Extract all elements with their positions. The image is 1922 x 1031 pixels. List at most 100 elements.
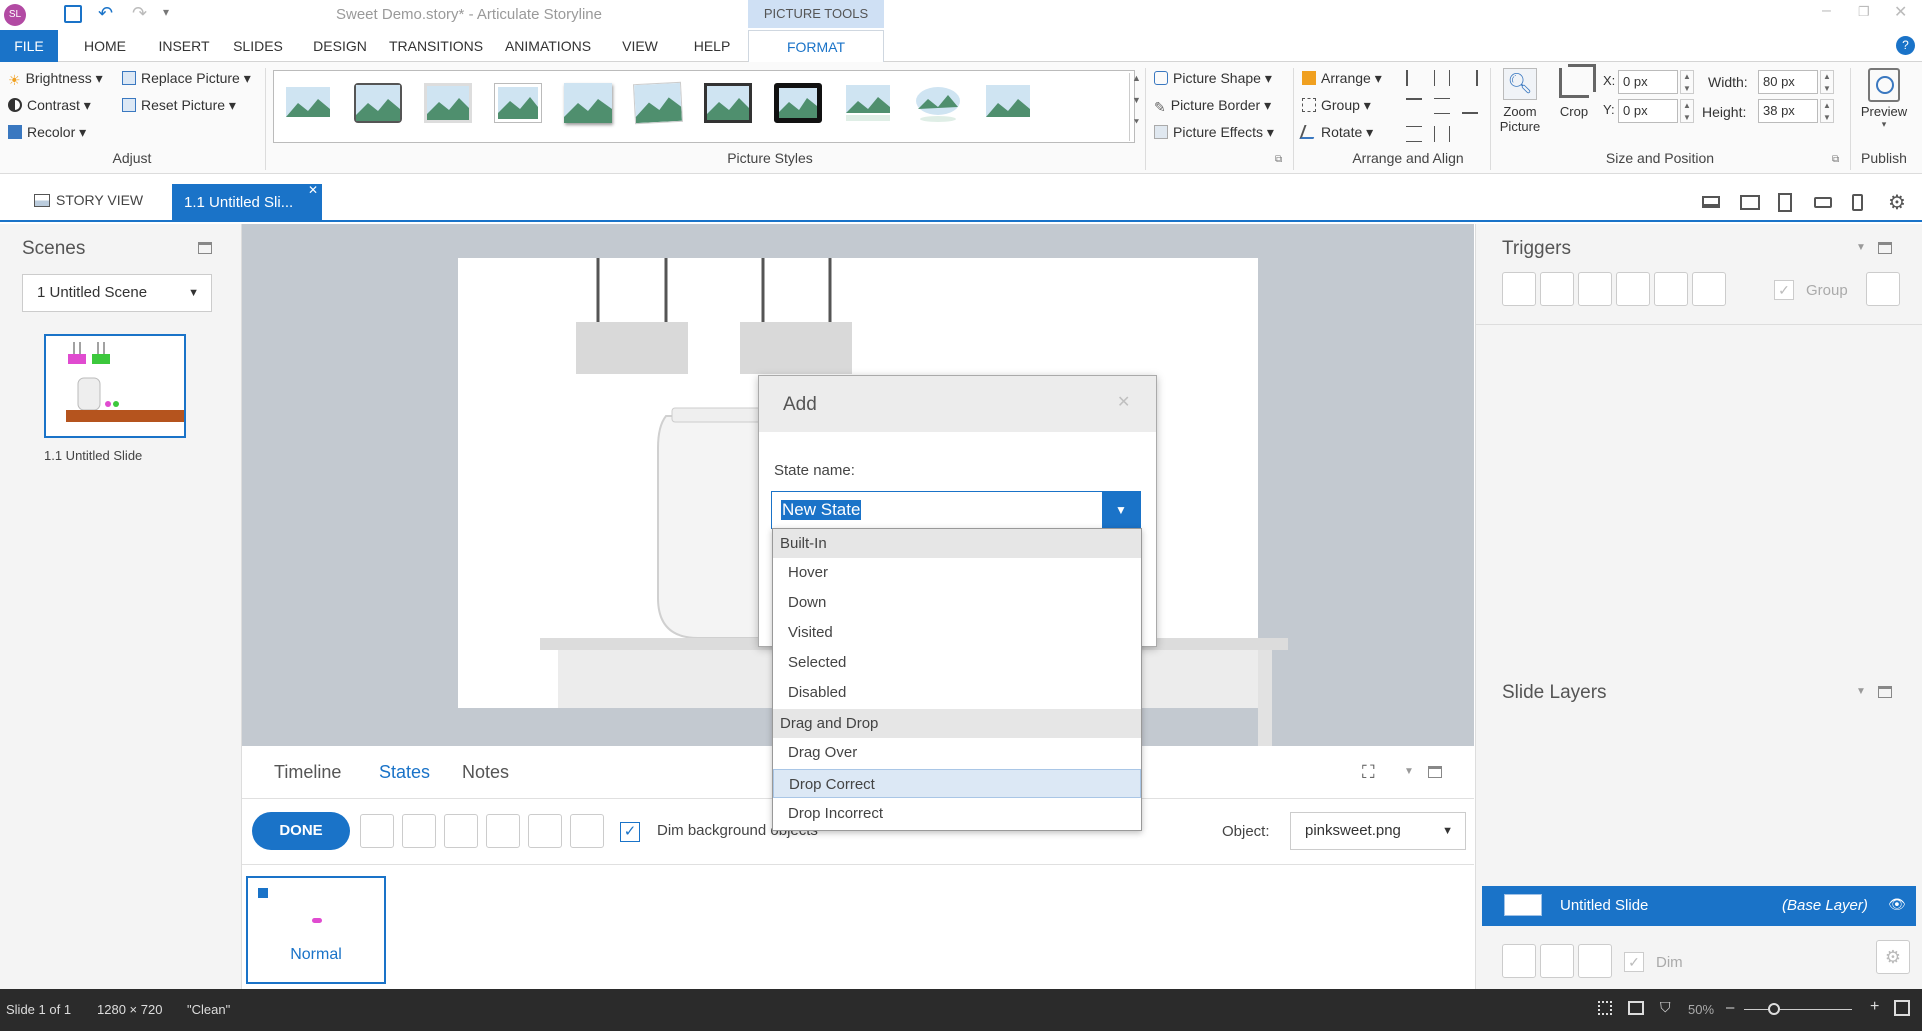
style-thumb-6[interactable] <box>632 81 684 125</box>
states-float-icon[interactable] <box>1428 766 1442 778</box>
states-options-icon[interactable]: ⛶ <box>1362 762 1375 783</box>
delete-state-icon[interactable] <box>528 814 562 848</box>
delete-trigger-icon[interactable] <box>1654 272 1688 306</box>
done-button[interactable]: DONE <box>252 812 350 850</box>
tab-file[interactable]: FILE <box>0 30 58 62</box>
style-thumb-1[interactable] <box>284 83 332 123</box>
close-window-icon[interactable]: ✕ <box>1894 2 1907 22</box>
y-input[interactable]: 0 px <box>1618 99 1678 123</box>
phone-landscape-icon[interactable] <box>1814 197 1832 208</box>
paste-trigger-icon[interactable] <box>1616 272 1650 306</box>
dim-checkbox[interactable]: ✓ <box>1624 952 1644 972</box>
brightness-button[interactable]: ☀ Brightness ▾ <box>8 70 103 88</box>
style-thumb-2[interactable] <box>354 83 402 123</box>
zoom-slider[interactable] <box>1744 1009 1852 1010</box>
y-spinner[interactable]: ▲ ▼ <box>1680 99 1694 123</box>
style-thumb-4[interactable] <box>494 83 542 123</box>
trigger-panel-settings-icon[interactable] <box>1866 272 1900 306</box>
triggers-collapse-icon[interactable]: ▼ <box>1856 242 1866 253</box>
eye-icon[interactable]: 👁︎ <box>1888 896 1906 913</box>
style-thumb-3[interactable] <box>424 83 472 123</box>
close-tab-icon[interactable]: ✕ <box>308 171 318 209</box>
align-middle-icon[interactable] <box>1434 98 1450 114</box>
help-icon[interactable]: ? <box>1896 36 1915 55</box>
tab-animations[interactable]: ANIMATIONS <box>500 30 596 62</box>
fit-window-icon[interactable] <box>1894 1000 1910 1016</box>
align-center-icon[interactable] <box>1434 70 1450 86</box>
style-thumb-11[interactable] <box>984 83 1032 123</box>
restore-icon[interactable]: ❐ <box>1858 4 1870 20</box>
zoom-picture-button[interactable]: 🔍︎ Zoom Picture <box>1498 68 1542 134</box>
picture-shape-button[interactable]: Picture Shape ▾ <box>1154 70 1272 87</box>
tab-format[interactable]: FORMAT <box>748 30 884 63</box>
group-checkbox[interactable]: ✓ <box>1774 280 1794 300</box>
slide-editor-tab[interactable]: 1.1 Untitled Sli... ✕ <box>172 183 322 222</box>
size-dialog-launcher-icon[interactable]: ⧉ <box>1832 154 1839 165</box>
picture-styles-dialog-launcher-icon[interactable]: ⧉ <box>1275 154 1282 165</box>
width-input[interactable]: 80 px <box>1758 70 1818 94</box>
style-thumb-5[interactable] <box>564 83 612 123</box>
slide-thumbnail[interactable] <box>44 334 186 438</box>
style-thumb-7[interactable] <box>704 83 752 123</box>
height-spinner[interactable]: ▲ ▼ <box>1820 99 1834 123</box>
slide-view-icon[interactable] <box>1628 1001 1644 1015</box>
width-spinner[interactable]: ▲ ▼ <box>1820 70 1834 94</box>
settings-gear-icon[interactable]: ⚙ <box>1888 190 1906 215</box>
minimize-icon[interactable]: – <box>1822 2 1831 20</box>
redo-icon[interactable]: ↷ <box>132 3 147 24</box>
dropdown-item-disabled[interactable]: Disabled <box>773 678 1141 707</box>
align-left-icon[interactable] <box>1406 70 1422 86</box>
style-thumb-9[interactable] <box>844 83 892 123</box>
tab-view[interactable]: VIEW <box>612 30 668 62</box>
distribute-horizontal-icon[interactable] <box>1434 126 1450 142</box>
normal-view-icon[interactable] <box>1598 1001 1612 1015</box>
dropdown-item-visited[interactable]: Visited <box>773 618 1141 647</box>
picture-effects-button[interactable]: Picture Effects ▾ <box>1154 124 1274 141</box>
reset-picture-button[interactable]: Reset Picture ▾ <box>122 97 236 114</box>
distribute-vertical-icon[interactable] <box>1406 126 1422 142</box>
gallery-scroll-up-icon[interactable]: ▲ <box>1129 73 1143 95</box>
gallery-scroll-down-icon[interactable]: ▼ <box>1129 95 1143 117</box>
layers-collapse-icon[interactable]: ▼ <box>1856 686 1866 697</box>
undo-icon[interactable]: ↶ <box>98 3 113 24</box>
tab-timeline[interactable]: Timeline <box>274 762 341 783</box>
tab-design[interactable]: DESIGN <box>308 30 372 62</box>
dropdown-item-down[interactable]: Down <box>773 588 1141 617</box>
move-trigger-icon[interactable] <box>1692 272 1726 306</box>
picture-border-button[interactable]: ✎ Picture Border ▾ <box>1154 97 1271 115</box>
story-view-tab[interactable]: STORY VIEW <box>34 192 143 208</box>
fit-view-icon[interactable]: ⛉ <box>1660 999 1671 1016</box>
new-layer-icon[interactable] <box>1502 944 1536 978</box>
align-right-icon[interactable] <box>1462 70 1478 86</box>
align-bottom-icon[interactable] <box>1462 98 1478 114</box>
scenes-panel-float-icon[interactable] <box>198 242 212 254</box>
dropdown-item-drop-correct[interactable]: Drop Correct <box>773 769 1141 798</box>
gallery-more-icon[interactable]: ⯆ <box>1129 117 1143 141</box>
tablet-landscape-icon[interactable] <box>1740 195 1760 210</box>
height-input[interactable]: 38 px <box>1758 99 1818 123</box>
tab-notes[interactable]: Notes <box>462 762 509 783</box>
dropdown-item-drag-over[interactable]: Drag Over <box>773 738 1141 767</box>
duplicate-state-icon[interactable] <box>444 814 478 848</box>
rotate-button[interactable]: Rotate ▾ <box>1299 124 1373 141</box>
tab-transitions[interactable]: TRANSITIONS <box>386 30 486 62</box>
scene-select[interactable]: 1 Untitled Scene ▼ <box>22 274 212 312</box>
phone-portrait-icon[interactable] <box>1852 194 1863 211</box>
layers-float-icon[interactable] <box>1878 686 1892 698</box>
zoom-in-icon[interactable]: + <box>1870 998 1879 1016</box>
x-spinner[interactable]: ▲ ▼ <box>1680 70 1694 94</box>
state-name-input[interactable]: New State <box>781 500 862 520</box>
state-name-dropdown-button[interactable]: ▼ <box>1102 492 1140 528</box>
new-trigger-icon[interactable] <box>1502 272 1536 306</box>
state-card-normal[interactable]: Normal <box>246 876 386 984</box>
zoom-out-icon[interactable]: – <box>1726 999 1734 1016</box>
state-name-combo[interactable]: New State ▼ <box>771 491 1141 529</box>
reset-state-icon[interactable] <box>570 814 604 848</box>
edit-trigger-icon[interactable] <box>1540 272 1574 306</box>
group-button[interactable]: Group ▾ <box>1302 97 1371 114</box>
tab-help[interactable]: HELP <box>688 30 736 62</box>
tab-states[interactable]: States <box>379 762 430 783</box>
dropdown-item-drop-incorrect[interactable]: Drop Incorrect <box>773 799 1141 828</box>
dropdown-item-hover[interactable]: Hover <box>773 558 1141 587</box>
states-collapse-icon[interactable]: ▼ <box>1404 766 1414 777</box>
